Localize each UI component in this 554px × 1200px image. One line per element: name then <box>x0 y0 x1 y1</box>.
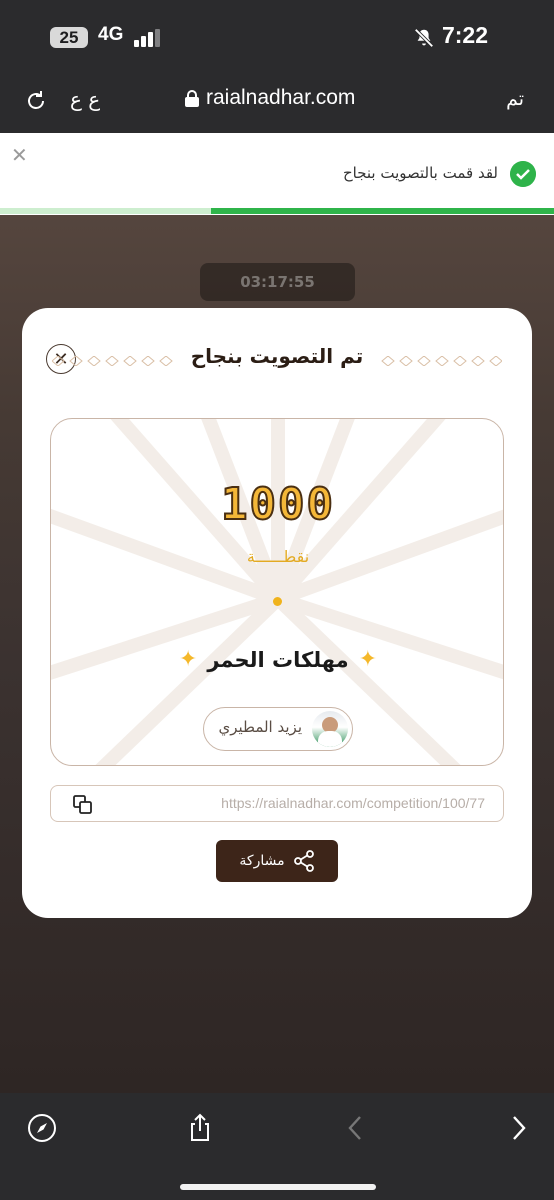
status-bar: 25 4G 7:22 <box>0 0 554 76</box>
team-name: مهلكات الحمر <box>207 647 349 672</box>
toast-progress-fill <box>210 208 554 214</box>
points-value: 1000 <box>220 478 335 531</box>
clock: 7:22 <box>441 22 488 48</box>
lock-icon <box>185 89 199 107</box>
points-label: نقطــــــة <box>246 547 310 566</box>
success-toast: ✕ لقد قمت بالتصويت بنجاح <box>0 133 554 215</box>
star-icon: ✦ <box>358 647 378 672</box>
bell-slash-icon <box>414 28 434 48</box>
share-sheet-icon[interactable] <box>185 1113 215 1143</box>
home-indicator <box>180 1184 376 1190</box>
web-page: 03:17:55 ✕ لقد قمت بالتصويت بنجاح ✕ تم ا… <box>0 133 554 1093</box>
share-link-text: https://raialnadhar.com/competition/100/… <box>221 795 485 811</box>
text-size-button[interactable]: ع ع <box>70 87 100 111</box>
share-button[interactable]: مشاركة <box>216 840 338 882</box>
person-chip: يزيد المطيري <box>203 707 353 751</box>
modal-title: تم التصويت بنجاح <box>190 344 364 368</box>
person-name: يزيد المطيري <box>218 718 302 736</box>
vote-card: 1000 نقطــــــة ✦ مهلكات الحمر ✦ يزيد ال… <box>50 418 504 766</box>
vote-success-modal: ✕ تم التصويت بنجاح 1000 نقطــــــة ✦ مهل… <box>22 308 532 918</box>
team-name-row: ✦ مهلكات الحمر ✦ <box>51 647 503 672</box>
divider-dot <box>273 597 282 606</box>
back-icon[interactable] <box>341 1113 371 1143</box>
url-text: raialnadhar.com <box>206 86 356 109</box>
signal-icon <box>134 29 162 47</box>
compass-icon[interactable] <box>27 1113 57 1143</box>
copy-icon[interactable] <box>73 795 93 815</box>
avatar <box>312 711 348 747</box>
browser-address-bar: ع ع raialnadhar.com تم <box>0 76 554 133</box>
done-button[interactable]: تم <box>506 88 524 110</box>
share-button-label: مشاركة <box>239 853 285 869</box>
reload-icon[interactable] <box>24 89 48 113</box>
toast-message: لقد قمت بالتصويت بنجاح <box>342 164 498 182</box>
share-link-field[interactable]: https://raialnadhar.com/competition/100/… <box>50 785 504 822</box>
forward-icon[interactable] <box>503 1113 533 1143</box>
network-type: 4G <box>98 24 124 45</box>
share-icon <box>293 850 314 872</box>
star-icon: ✦ <box>178 647 198 672</box>
check-icon <box>510 161 536 187</box>
url-field[interactable]: raialnadhar.com <box>185 86 355 110</box>
close-icon[interactable]: ✕ <box>11 143 28 167</box>
battery-indicator: 25 <box>50 27 88 48</box>
page-footer <box>0 993 554 1093</box>
countdown-timer: 03:17:55 <box>200 263 355 301</box>
toast-progress-bar <box>0 208 554 214</box>
